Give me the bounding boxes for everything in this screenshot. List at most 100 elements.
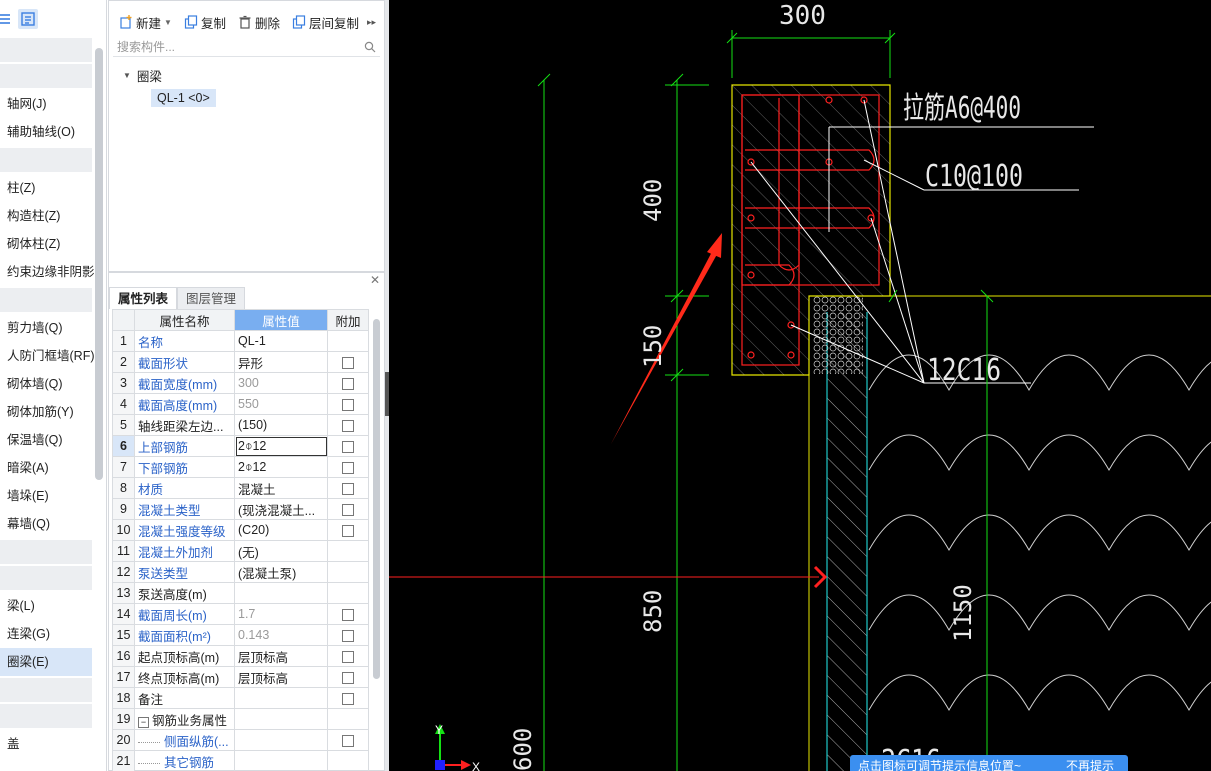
property-row[interactable]: 21 其它钢筋: [112, 750, 369, 771]
property-value[interactable]: 300: [234, 372, 328, 394]
property-row[interactable]: 14 截面周长(m) 1.7: [112, 603, 369, 625]
extra-checkbox[interactable]: [342, 503, 354, 516]
property-value[interactable]: 异形: [234, 351, 328, 373]
nav-group-header[interactable]: [0, 148, 92, 172]
close-icon[interactable]: ✕: [370, 273, 380, 287]
property-value[interactable]: (150): [234, 414, 328, 436]
tip-banner[interactable]: 点击图标可调节提示信息位置~ 不再提示: [850, 755, 1128, 771]
property-value[interactable]: 混凝土: [234, 477, 328, 499]
extra-checkbox[interactable]: [342, 398, 354, 411]
nav-item-cover[interactable]: 盖: [0, 730, 92, 758]
cad-drawing[interactable]: 300 400 150 850 1150 600 拉筋A6@400 C10@10…: [389, 0, 1211, 771]
property-value[interactable]: [234, 750, 328, 771]
property-row[interactable]: 17 终点顶标高(m) 层顶标高: [112, 666, 369, 688]
property-row[interactable]: 13 泵送高度(m): [112, 582, 369, 604]
extra-checkbox[interactable]: [342, 419, 354, 432]
property-value[interactable]: QL-1: [234, 330, 328, 352]
header-property-value[interactable]: 属性值: [234, 309, 328, 331]
property-value[interactable]: [234, 729, 328, 751]
search-input[interactable]: 搜索构件...: [117, 38, 175, 55]
collapse-arrow-icon[interactable]: ▼: [123, 71, 131, 80]
nav-item-masonry-column[interactable]: 砌体柱(Z): [0, 230, 92, 258]
nav-item-aux-axis[interactable]: 辅助轴线(O): [0, 118, 92, 146]
property-row[interactable]: 2 截面形状 异形: [112, 351, 369, 373]
property-row[interactable]: 16 起点顶标高(m) 层顶标高: [112, 645, 369, 667]
nav-item-wall-pier[interactable]: 墙垛(E): [0, 482, 92, 510]
tab-property-list[interactable]: 属性列表: [109, 287, 178, 309]
property-value[interactable]: [234, 687, 328, 709]
property-row[interactable]: 12 泵送类型 (混凝土泵): [112, 561, 369, 583]
new-button[interactable]: 新建 ▼: [115, 13, 176, 32]
property-row[interactable]: 8 材质 混凝土: [112, 477, 369, 499]
property-value[interactable]: 2⌽12: [234, 456, 328, 478]
extra-checkbox[interactable]: [342, 734, 354, 747]
search-icon[interactable]: [364, 41, 376, 53]
property-value[interactable]: 2⌽12: [234, 435, 328, 457]
collapse-group-icon[interactable]: −: [138, 716, 149, 728]
extra-checkbox[interactable]: [342, 608, 354, 621]
property-value[interactable]: [234, 582, 328, 604]
property-row[interactable]: 10 混凝土强度等级 (C20): [112, 519, 369, 541]
extra-checkbox[interactable]: [342, 650, 354, 663]
extra-checkbox[interactable]: [342, 629, 354, 642]
nav-item-hidden-beam[interactable]: 暗梁(A): [0, 454, 92, 482]
property-value[interactable]: 0.143: [234, 624, 328, 646]
nav-item-masonry-wall[interactable]: 砌体墙(Q): [0, 370, 92, 398]
nav-group-header[interactable]: [0, 704, 92, 728]
nav-item-shear-wall[interactable]: 剪力墙(Q): [0, 314, 92, 342]
nav-group-header[interactable]: [0, 540, 92, 564]
nav-item-curtain-wall[interactable]: 幕墙(Q): [0, 510, 92, 538]
nav-item-structural-column[interactable]: 构造柱(Z): [0, 202, 92, 230]
list-view-icon[interactable]: [0, 9, 14, 29]
property-row[interactable]: 19− 钢筋业务属性: [112, 708, 369, 730]
extra-checkbox[interactable]: [342, 671, 354, 684]
nav-item-axis-grid[interactable]: 轴网(J): [0, 90, 92, 118]
property-row[interactable]: 15 截面面积(m²) 0.143: [112, 624, 369, 646]
nav-item-masonry-reinforcement[interactable]: 砌体加筋(Y): [0, 398, 92, 426]
property-row[interactable]: 6 上部钢筋 2⌽12: [112, 435, 369, 457]
property-row[interactable]: 18 备注: [112, 687, 369, 709]
property-value[interactable]: 1.7: [234, 603, 328, 625]
extra-checkbox[interactable]: [342, 440, 354, 453]
extra-checkbox[interactable]: [342, 482, 354, 495]
new-dropdown-icon[interactable]: ▼: [164, 18, 172, 27]
nav-group-header[interactable]: [0, 288, 92, 312]
extra-checkbox[interactable]: [342, 377, 354, 390]
property-row[interactable]: 3 截面宽度(mm) 300: [112, 372, 369, 394]
property-row[interactable]: 5 轴线距梁左边... (150): [112, 414, 369, 436]
extra-checkbox[interactable]: [342, 524, 354, 537]
nav-item-boundary-edge[interactable]: 约束边缘非阴影: [0, 258, 95, 286]
property-value[interactable]: 层顶标高: [234, 666, 328, 688]
cad-canvas[interactable]: 300 400 150 850 1150 600 拉筋A6@400 C10@10…: [389, 0, 1211, 771]
property-row[interactable]: 9 混凝土类型 (现浇混凝土...: [112, 498, 369, 520]
tree-group-ring-beam[interactable]: ▼ 圈梁: [123, 65, 384, 85]
nav-item-civil-defense-wall[interactable]: 人防门框墙(RF): [0, 342, 95, 370]
nav-scrollbar[interactable]: [95, 48, 103, 480]
detail-view-icon[interactable]: [18, 9, 38, 29]
property-row[interactable]: 7 下部钢筋 2⌽12: [112, 456, 369, 478]
nav-item-coupling-beam[interactable]: 连梁(G): [0, 620, 92, 648]
property-value[interactable]: 层顶标高: [234, 645, 328, 667]
property-row[interactable]: 1 名称 QL-1: [112, 330, 369, 352]
extra-checkbox[interactable]: [342, 356, 354, 369]
toolbar-overflow-icon[interactable]: ▸▸: [367, 17, 376, 28]
property-value[interactable]: 550: [234, 393, 328, 415]
nav-item-beam[interactable]: 梁(L): [0, 592, 92, 620]
nav-group-header[interactable]: [0, 38, 92, 62]
floor-copy-button[interactable]: 层间复制: [288, 13, 363, 32]
tip-dismiss-link[interactable]: 不再提示: [1066, 757, 1114, 771]
nav-group-header[interactable]: [0, 678, 92, 702]
nav-group-header[interactable]: [0, 566, 92, 590]
delete-button[interactable]: 删除: [234, 13, 284, 32]
property-row[interactable]: 20 侧面纵筋(...: [112, 729, 369, 751]
nav-item-column[interactable]: 柱(Z): [0, 174, 92, 202]
nav-item-ring-beam[interactable]: 圈梁(E): [0, 648, 92, 676]
property-row[interactable]: 11 混凝土外加剂 (无): [112, 540, 369, 562]
property-value[interactable]: (无): [234, 540, 328, 562]
property-row[interactable]: 4 截面高度(mm) 550: [112, 393, 369, 415]
tree-item-ql-1[interactable]: QL-1 <0>: [151, 89, 216, 107]
property-value[interactable]: (C20): [234, 519, 328, 541]
copy-button[interactable]: 复制: [180, 13, 230, 32]
property-value[interactable]: (现浇混凝土...: [234, 498, 328, 520]
component-search-box[interactable]: 搜索构件...: [113, 37, 380, 57]
